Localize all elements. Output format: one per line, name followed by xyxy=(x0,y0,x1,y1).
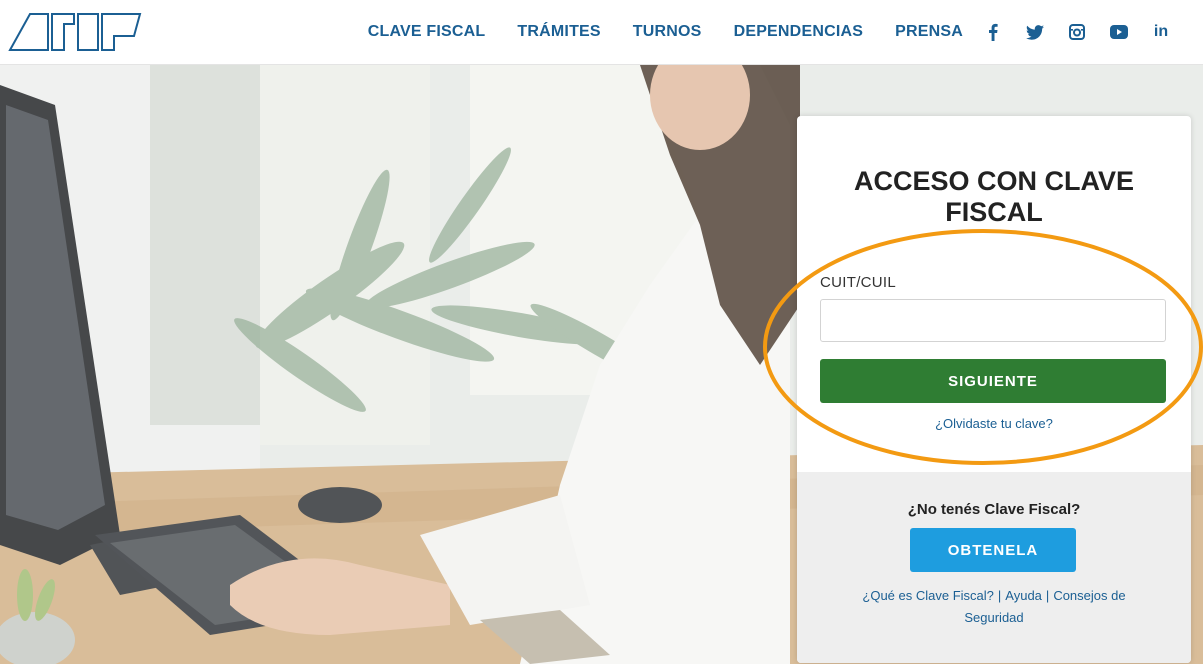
nav-turnos[interactable]: TURNOS xyxy=(633,23,702,41)
link-separator: | xyxy=(997,588,1002,603)
nav-dependencias[interactable]: DEPENDENCIAS xyxy=(734,23,864,41)
instagram-icon[interactable] xyxy=(1067,22,1087,42)
site-header: CLAVE FISCAL TRÁMITES TURNOS DEPENDENCIA… xyxy=(0,0,1203,65)
get-key-button[interactable]: OBTENELA xyxy=(910,528,1076,572)
nav-prensa[interactable]: PRENSA xyxy=(895,23,963,41)
social-links: in xyxy=(983,22,1203,42)
twitter-icon[interactable] xyxy=(1025,22,1045,42)
cuit-input[interactable] xyxy=(820,299,1166,342)
help-links: ¿Qué es Clave Fiscal? | Ayuda | Consejos de … xyxy=(837,585,1151,629)
afip-logo[interactable] xyxy=(8,10,144,52)
what-is-clave-fiscal-link[interactable]: ¿Qué es Clave Fiscal? xyxy=(862,588,994,603)
next-button[interactable]: SIGUIENTE xyxy=(820,359,1166,403)
nav-tramites[interactable]: TRÁMITES xyxy=(517,23,600,41)
youtube-icon[interactable] xyxy=(1109,22,1129,42)
linkedin-icon[interactable]: in xyxy=(1151,22,1171,42)
nav-clave-fiscal[interactable]: CLAVE FISCAL xyxy=(368,23,486,41)
cuit-label: CUIT/CUIL xyxy=(820,274,897,291)
link-separator: | xyxy=(1045,588,1050,603)
login-card: ACCESO CON CLAVE FISCAL CUIT/CUIL SIGUIE… xyxy=(797,116,1191,663)
login-title: ACCESO CON CLAVE FISCAL xyxy=(853,166,1135,227)
facebook-icon[interactable] xyxy=(983,22,1003,42)
help-link[interactable]: Ayuda xyxy=(1005,588,1042,603)
main-nav: CLAVE FISCAL TRÁMITES TURNOS DEPENDENCIA… xyxy=(368,0,1203,64)
forgot-password-link[interactable]: ¿Olvidaste tu clave? xyxy=(797,416,1191,431)
signup-section: ¿No tenés Clave Fiscal? OBTENELA ¿Qué es… xyxy=(797,472,1191,663)
no-key-question: ¿No tenés Clave Fiscal? xyxy=(907,501,1081,518)
